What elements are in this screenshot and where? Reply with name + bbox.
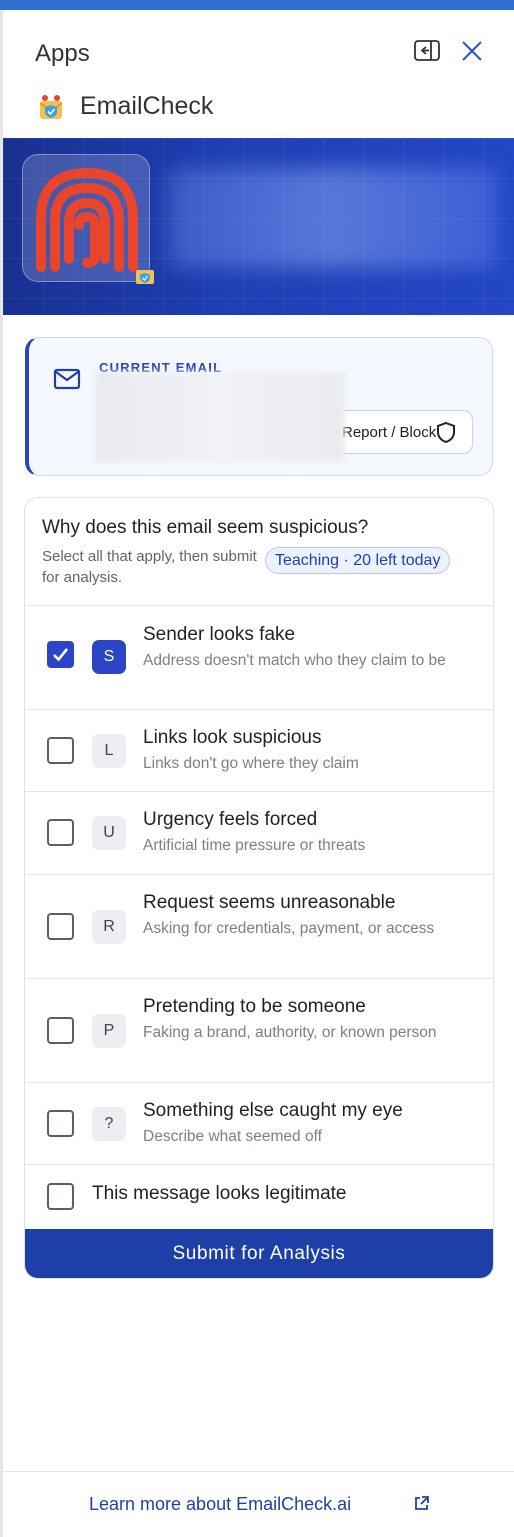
option-description: Artificial time pressure or threats — [143, 837, 366, 854]
option-request-unreasonable[interactable]: R Request seems unreasonable Asking for … — [25, 875, 493, 979]
option-urgency-forced[interactable]: U Urgency feels forced Artificial time p… — [25, 792, 493, 875]
pane-header: Apps — [35, 38, 495, 70]
top-accent-bar — [0, 0, 514, 10]
option-title: Sender looks fake — [143, 624, 296, 645]
option-key-badge: R — [92, 910, 126, 944]
form-header: Why does this email seem suspicious? Sel… — [25, 498, 493, 606]
learn-more-link[interactable]: Learn more about EmailCheck.ai — [89, 1494, 351, 1515]
app-badge-icon — [134, 264, 156, 286]
option-key-badge: L — [92, 734, 126, 768]
submit-button[interactable]: Submit for Analysis — [25, 1229, 493, 1278]
option-description: Faking a brand, authority, or known pers… — [143, 1024, 437, 1041]
option-title: Links look suspicious — [143, 727, 322, 748]
option-title: Something else caught my eye — [143, 1100, 403, 1121]
shield-icon — [436, 421, 456, 444]
dock-icon[interactable] — [414, 40, 440, 62]
option-description: Asking for credentials, payment, or acce… — [143, 920, 435, 937]
close-icon[interactable] — [459, 38, 485, 64]
option-checkbox[interactable] — [47, 737, 74, 764]
app-banner — [3, 138, 514, 315]
option-key-badge: P — [92, 1014, 126, 1048]
footer: Learn more about EmailCheck.ai — [3, 1471, 514, 1537]
redacted-banner-text — [168, 168, 498, 268]
legit-checkbox[interactable] — [47, 1183, 74, 1210]
option-links-suspicious[interactable]: L Links look suspicious Links don't go w… — [25, 710, 493, 792]
option-key-badge: U — [92, 816, 126, 850]
option-checkbox[interactable] — [47, 819, 74, 846]
redacted-email-details — [95, 372, 345, 462]
app-icon — [36, 92, 66, 122]
option-description: Describe what seemed off — [143, 1128, 322, 1145]
option-description: Links don't go where they claim — [143, 755, 359, 772]
teaching-badge: Teaching · 20 left today — [265, 547, 451, 574]
external-link-icon[interactable] — [413, 1495, 430, 1512]
current-email-card: CURRENT EMAIL Report / Block — [25, 337, 493, 476]
option-checkbox[interactable] — [47, 1017, 74, 1044]
option-title: Pretending to be someone — [143, 996, 366, 1017]
form-subtitle: Select all that apply, then submit for a… — [42, 548, 257, 586]
app-name: EmailCheck — [80, 92, 214, 120]
option-title: Urgency feels forced — [143, 809, 318, 830]
option-something-else[interactable]: ? Something else caught my eye Describe … — [25, 1083, 493, 1165]
report-block-label: Report / Block — [342, 424, 437, 441]
brand-logo — [22, 154, 150, 282]
option-key-badge: ? — [92, 1107, 126, 1141]
option-legitimate[interactable]: This message looks legitimate — [25, 1165, 493, 1229]
suspicion-form: Why does this email seem suspicious? Sel… — [24, 497, 494, 1279]
form-title: Why does this email seem suspicious? — [42, 517, 369, 538]
option-checkbox[interactable] — [47, 913, 74, 940]
option-description: Address doesn't match who they claim to … — [143, 652, 446, 669]
option-sender-fake[interactable]: S Sender looks fake Address doesn't matc… — [25, 606, 493, 710]
mail-icon — [53, 368, 81, 390]
option-checkbox[interactable] — [47, 641, 74, 668]
checkmark-icon — [53, 648, 69, 662]
option-checkbox[interactable] — [47, 1110, 74, 1137]
option-impersonation[interactable]: P Pretending to be someone Faking a bran… — [25, 979, 493, 1083]
pane-title: Apps — [35, 40, 90, 67]
legit-label: This message looks legitimate — [92, 1183, 347, 1204]
option-key-badge: S — [92, 640, 126, 674]
option-title: Request seems unreasonable — [143, 892, 396, 913]
